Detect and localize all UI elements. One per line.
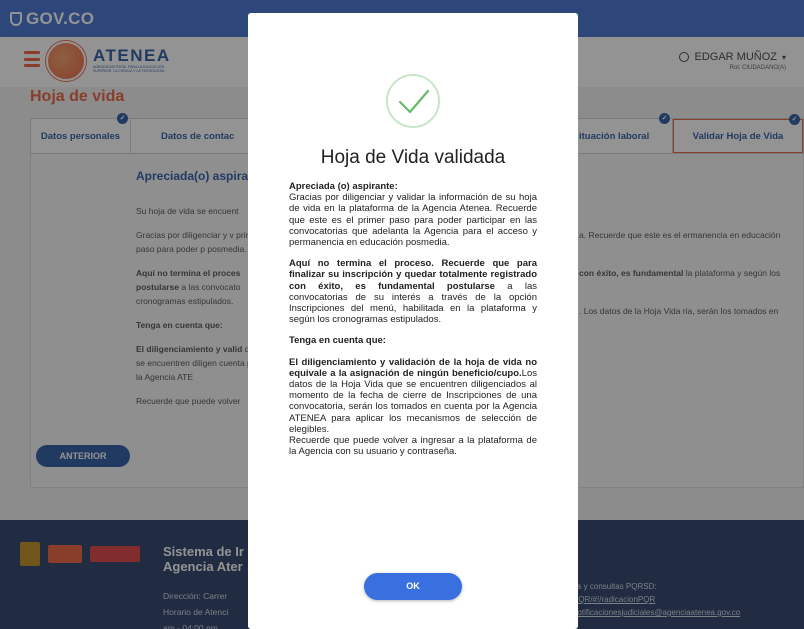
modal-para3: El diligenciamiento y validación de la h… (289, 357, 537, 435)
modal-para4: Recuerde que puede volver a ingresar a l… (289, 435, 537, 458)
validation-modal: Hoja de Vida validada Apreciada (o) aspi… (248, 13, 578, 629)
modal-body: Apreciada (o) aspirante: Gracias por dil… (289, 181, 537, 467)
ok-button[interactable]: OK (364, 573, 462, 600)
modal-greeting-text: Apreciada (o) aspirante: (289, 181, 398, 192)
modal-note-heading-text: Tenga en cuenta que: (289, 335, 386, 347)
modal-title: Hoja de Vida validada (320, 147, 506, 168)
success-check-icon (386, 74, 440, 128)
modal-para2: Aquí no termina el proceso. Recuerde que… (289, 258, 537, 325)
modal-note-heading: Tenga en cuenta que: (289, 335, 537, 346)
modal-greeting: Apreciada (o) aspirante: (289, 181, 537, 192)
modal-para3-bold: El diligenciamiento y validación de la h… (289, 356, 537, 379)
modal-para1: Gracias por diligenciar y validar la inf… (289, 192, 537, 249)
